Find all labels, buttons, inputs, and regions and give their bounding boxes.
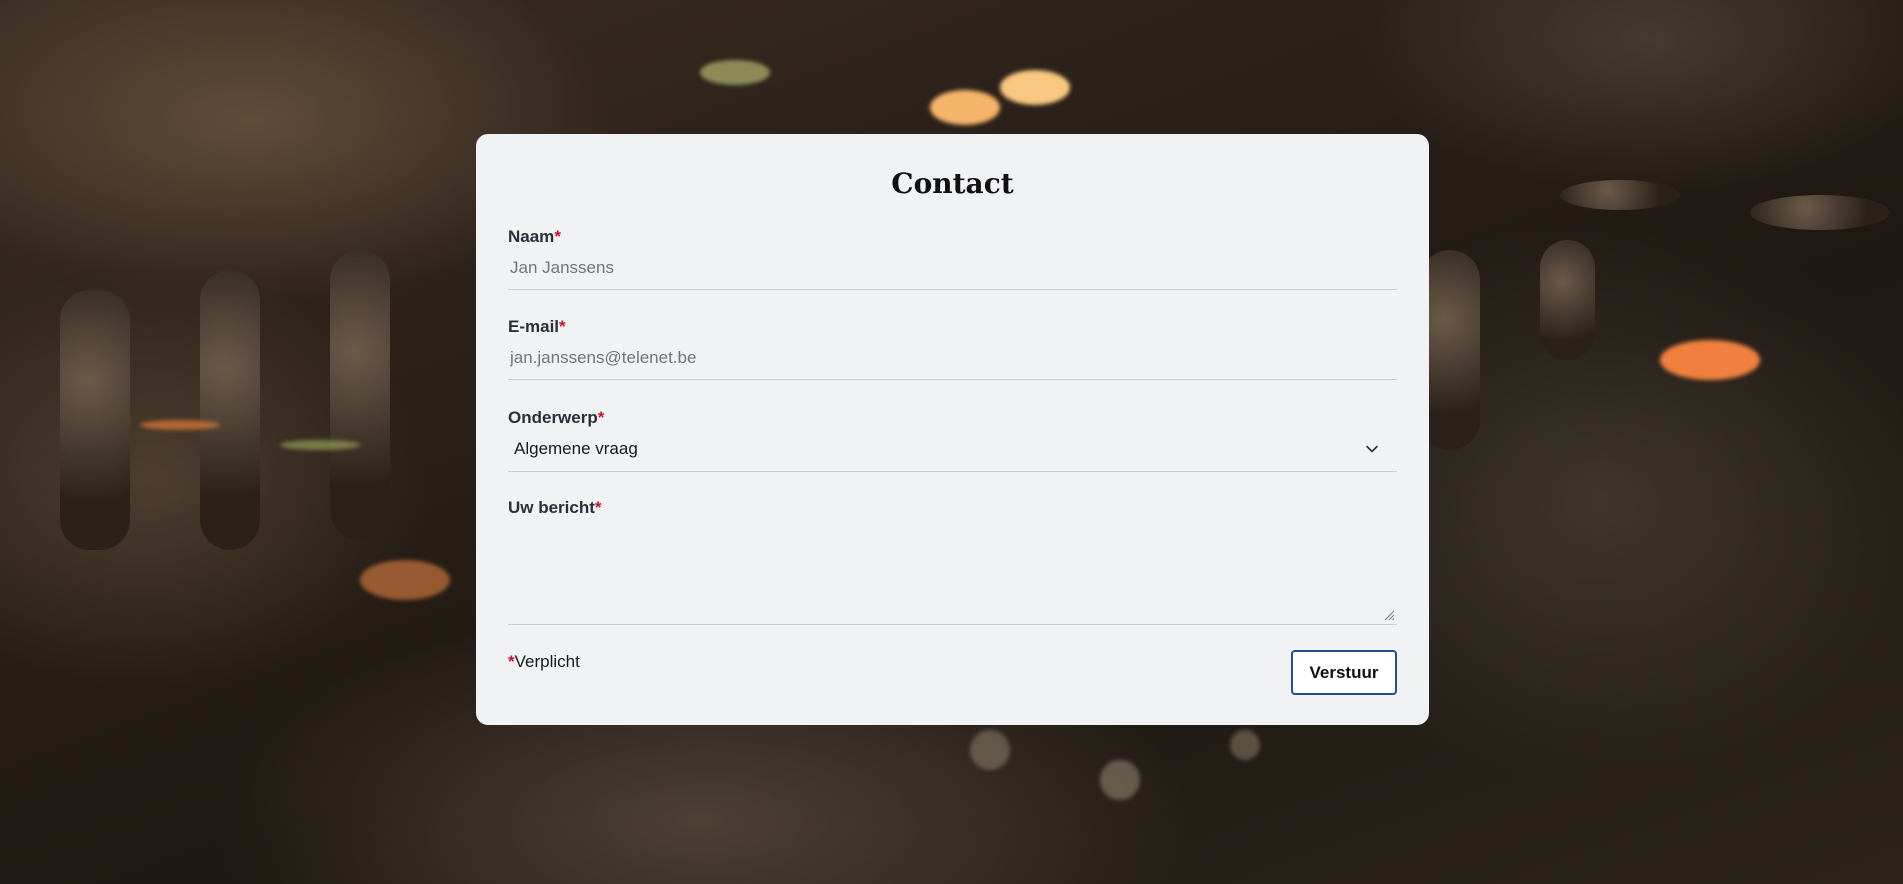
required-asterisk: * bbox=[597, 408, 605, 427]
email-label-text: E-mail bbox=[508, 317, 560, 336]
chevron-down-icon bbox=[1366, 445, 1378, 453]
message-textarea-wrap bbox=[508, 519, 1397, 625]
required-note-text: Verplicht bbox=[514, 652, 580, 671]
bokeh-light bbox=[1100, 760, 1140, 800]
message-textarea[interactable] bbox=[508, 519, 1397, 625]
required-asterisk: * bbox=[594, 498, 602, 517]
message-label: Uw bericht* bbox=[508, 497, 1397, 519]
submit-button[interactable]: Verstuur bbox=[1291, 650, 1397, 695]
mixer-knob bbox=[1560, 180, 1680, 210]
button-light bbox=[930, 90, 1000, 125]
subject-label-text: Onderwerp bbox=[508, 408, 598, 427]
mixer-knob bbox=[200, 270, 260, 550]
name-input[interactable] bbox=[508, 248, 1397, 290]
message-label-text: Uw bericht bbox=[508, 498, 595, 517]
button-light bbox=[700, 60, 770, 85]
name-label-text: Naam bbox=[508, 227, 555, 246]
resize-grip-icon[interactable] bbox=[1383, 609, 1395, 621]
email-label: E-mail* bbox=[508, 316, 1397, 338]
required-note: *Verplicht bbox=[508, 652, 580, 672]
contact-form-card: Contact Naam* E-mail* Onderwerp* Algemen… bbox=[476, 134, 1429, 725]
button-light bbox=[1000, 70, 1070, 105]
led-strip bbox=[280, 440, 360, 450]
name-field-group: Naam* bbox=[508, 226, 1397, 290]
subject-field-group: Onderwerp* Algemene vraag bbox=[508, 407, 1397, 472]
required-asterisk: * bbox=[508, 652, 515, 671]
subject-label: Onderwerp* bbox=[508, 407, 1397, 429]
required-asterisk: * bbox=[554, 227, 561, 246]
mixer-knob bbox=[60, 290, 130, 550]
subject-selected-value: Algemene vraag bbox=[514, 439, 638, 458]
form-title: Contact bbox=[891, 167, 1014, 200]
email-field-group: E-mail* bbox=[508, 316, 1397, 380]
button-light bbox=[1660, 340, 1760, 380]
mixer-knob bbox=[1540, 240, 1595, 360]
message-field-group: Uw bericht* bbox=[508, 497, 1397, 625]
mixer-knob bbox=[1750, 195, 1890, 230]
mixer-knob bbox=[1420, 250, 1480, 450]
required-asterisk: * bbox=[559, 317, 566, 336]
led-strip bbox=[140, 420, 220, 430]
bokeh-light bbox=[970, 730, 1010, 770]
email-input[interactable] bbox=[508, 338, 1397, 380]
name-label: Naam* bbox=[508, 226, 1397, 248]
bokeh-light bbox=[1230, 730, 1260, 760]
mixer-knob bbox=[330, 250, 390, 540]
subject-select[interactable]: Algemene vraag bbox=[508, 429, 1397, 472]
button-light bbox=[360, 560, 450, 600]
